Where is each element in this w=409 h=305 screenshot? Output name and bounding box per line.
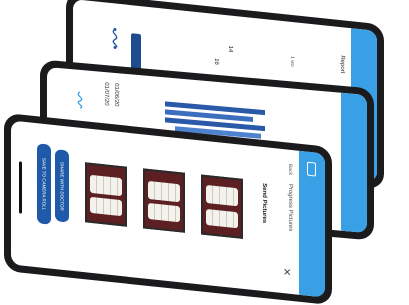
send-pictures-title: Send Pictures bbox=[261, 182, 267, 224]
back-label-1: 1 wo bbox=[289, 55, 295, 67]
back-value-2: 16 bbox=[213, 57, 219, 66]
photo-thumbnail[interactable] bbox=[143, 168, 185, 233]
logo-icon bbox=[112, 27, 118, 49]
photo-thumbnail[interactable] bbox=[85, 162, 127, 227]
logo-icon-middle bbox=[77, 91, 83, 109]
middle-date-1: 01/06/20 bbox=[113, 82, 119, 107]
phone-front: Back Progress Pictures Send Pictures ✕ S… bbox=[4, 112, 332, 305]
back-value-1: 14 bbox=[227, 45, 233, 53]
phone-middle-header-bar bbox=[341, 92, 367, 233]
back-report-title: Report bbox=[339, 54, 345, 74]
photo-thumbnail[interactable] bbox=[201, 174, 243, 239]
share-with-doctor-button[interactable]: SHARE WITH DOCTOR bbox=[55, 149, 69, 223]
save-to-camera-roll-button[interactable]: SAVE TO CAMERA ROLL bbox=[37, 143, 51, 225]
drag-handle[interactable] bbox=[19, 161, 22, 214]
middle-date-2: 01/07/20 bbox=[103, 81, 109, 106]
battery-icon bbox=[307, 161, 316, 177]
phone-front-screen: Back Progress Pictures Send Pictures ✕ S… bbox=[11, 120, 325, 298]
back-link[interactable]: Back bbox=[287, 164, 293, 176]
close-icon[interactable]: ✕ bbox=[283, 267, 291, 279]
screen-title: Progress Pictures bbox=[287, 183, 293, 232]
